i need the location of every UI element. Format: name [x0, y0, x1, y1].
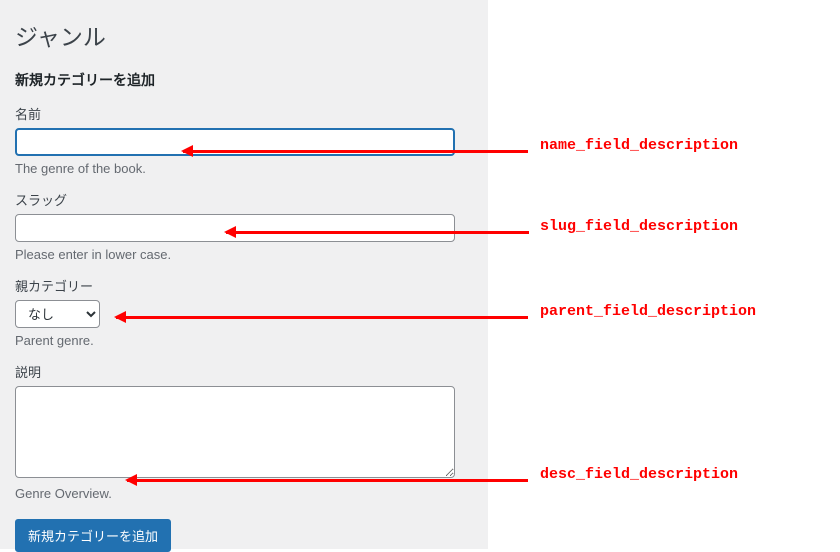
parent-field-group: 親カテゴリー なし Parent genre.	[15, 276, 473, 348]
annotation-label-slug: slug_field_description	[540, 218, 738, 235]
desc-textarea[interactable]	[15, 386, 455, 478]
submit-button[interactable]: 新規カテゴリーを追加	[15, 519, 171, 552]
form-subheading: 新規カテゴリーを追加	[15, 70, 473, 90]
parent-label: 親カテゴリー	[15, 276, 473, 295]
parent-help-text: Parent genre.	[15, 333, 473, 348]
slug-label: スラッグ	[15, 190, 473, 209]
add-category-form: ジャンル 新規カテゴリーを追加 名前 The genre of the book…	[0, 0, 488, 549]
name-label: 名前	[15, 104, 473, 123]
name-field-group: 名前 The genre of the book.	[15, 104, 473, 176]
desc-label: 説明	[15, 362, 473, 381]
annotation-label-desc: desc_field_description	[540, 466, 738, 483]
slug-help-text: Please enter in lower case.	[15, 247, 473, 262]
desc-help-text: Genre Overview.	[15, 486, 473, 501]
parent-select[interactable]: なし	[15, 300, 100, 328]
page-title: ジャンル	[15, 18, 473, 52]
annotation-label-name: name_field_description	[540, 137, 738, 154]
name-help-text: The genre of the book.	[15, 161, 473, 176]
annotation-label-parent: parent_field_description	[540, 303, 756, 320]
slug-field-group: スラッグ Please enter in lower case.	[15, 190, 473, 262]
